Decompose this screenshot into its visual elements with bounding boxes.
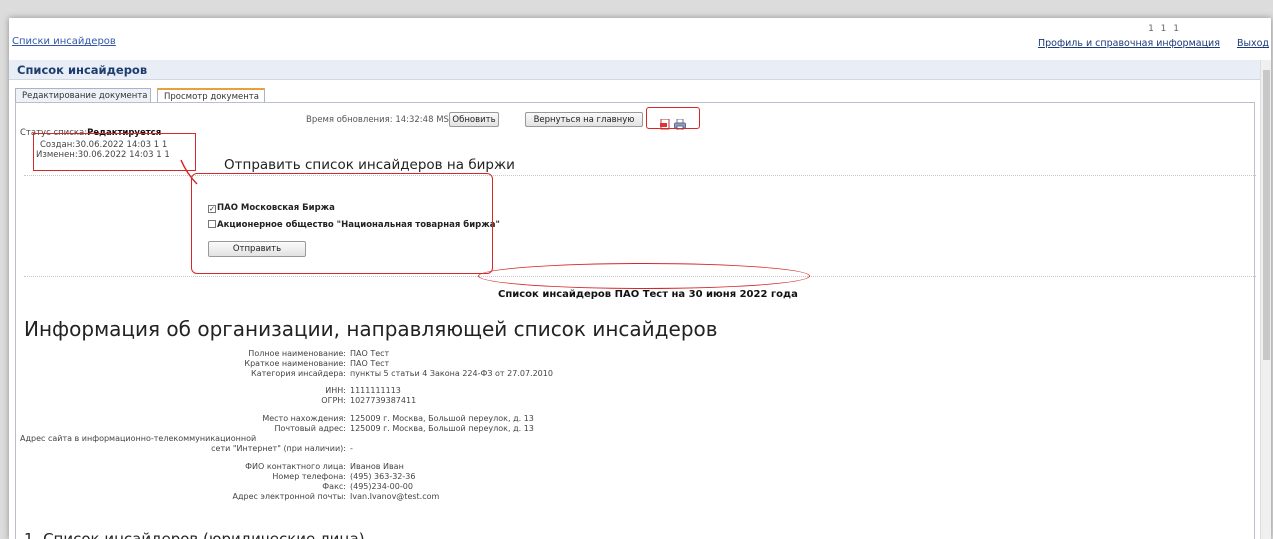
page-title-bar: Список инсайдеров [9, 60, 1260, 80]
inn-label: ИНН: [325, 386, 346, 395]
site-label-line2: сети "Интернет" (при наличии): [211, 444, 346, 453]
list-title: Список инсайдеров ПАО Тест на 30 июня 20… [498, 289, 798, 300]
user-id: 1 1 1 [1148, 24, 1181, 34]
email-value: Ivan.Ivanov@test.com [350, 492, 440, 501]
contact-value: Иванов Иван [350, 462, 404, 471]
org-heading: Информация об организации, направляющей … [24, 317, 718, 341]
annotation-arrow [180, 159, 198, 185]
short-name-label: Краткое наименование: [244, 359, 346, 368]
short-name-value: ПАО Тест [350, 359, 390, 368]
fax-label: Факс: [322, 482, 346, 491]
annotation-box-send [191, 173, 493, 274]
tab-view-document[interactable]: Просмотр документа [157, 88, 265, 103]
logout-link[interactable]: Выход [1237, 38, 1269, 49]
top-bar: Списки инсайдеров 1 1 1 Профиль и справо… [9, 18, 1271, 60]
email-label: Адрес электронной почты: [232, 492, 346, 501]
annotation-oval-title [478, 263, 810, 289]
annotation-box-dates [33, 133, 196, 171]
tab-edit-document[interactable]: Редактирование документа [15, 88, 151, 103]
postal-label: Почтовый адрес: [274, 424, 347, 433]
refresh-button[interactable]: Обновить [449, 112, 499, 127]
phone-label: Номер телефона: [272, 472, 346, 481]
page: Списки инсайдеров 1 1 1 Профиль и справо… [9, 18, 1271, 539]
postal-value: 125009 г. Москва, Большой переулок, д. 1… [350, 424, 534, 433]
top-links: Профиль и справочная информация Выход [1024, 38, 1269, 49]
breadcrumb-link[interactable]: Списки инсайдеров [12, 36, 116, 47]
site-label-line1: Адрес сайта в информационно-телекоммуник… [20, 434, 257, 443]
full-name-value: ПАО Тест [350, 349, 390, 358]
inn-value: 1111111113 [350, 386, 401, 395]
annotation-box-icons [646, 107, 700, 129]
section1-title: 1. Список инсайдеров (юридические лица) [24, 530, 365, 539]
page-title: Список инсайдеров [17, 63, 148, 77]
vertical-scrollbar[interactable] [1260, 60, 1271, 539]
update-time: Время обновления: 14:32:48 MSK [306, 115, 455, 125]
category-label: Категория инсайдера: [251, 369, 346, 378]
full-name-label: Полное наименование: [248, 349, 346, 358]
return-home-button[interactable]: Вернуться на главную [525, 112, 643, 127]
location-label: Место нахождения: [262, 414, 346, 423]
profile-link[interactable]: Профиль и справочная информация [1038, 38, 1220, 49]
category-value: пункты 5 статьи 4 Закона 224-ФЗ от 27.07… [350, 369, 553, 378]
site-value: - [350, 444, 353, 453]
fax-value: (495)234-00-00 [350, 482, 413, 491]
ogrn-label: ОГРН: [321, 396, 346, 405]
location-value: 125009 г. Москва, Большой переулок, д. 1… [350, 414, 534, 423]
phone-value: (495) 363-32-36 [350, 472, 416, 481]
scrollbar-thumb[interactable] [1263, 70, 1270, 360]
send-section-title: Отправить список инсайдеров на биржи [224, 157, 515, 173]
ogrn-value: 1027739387411 [350, 396, 417, 405]
contact-label: ФИО контактного лица: [245, 462, 346, 471]
